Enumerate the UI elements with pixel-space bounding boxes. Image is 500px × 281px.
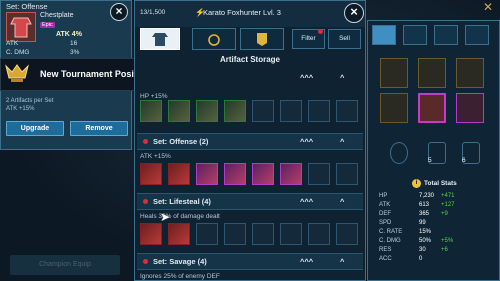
empty-slot: [196, 223, 218, 245]
empty-slot: [252, 100, 274, 122]
upgrade-button[interactable]: Upgrade: [6, 121, 64, 136]
empty-slot: [336, 163, 358, 185]
weapon-slot[interactable]: [380, 58, 408, 88]
gloves-slot[interactable]: [380, 93, 408, 123]
empty-slot: [308, 163, 330, 185]
empty-slot: [280, 223, 302, 245]
sort-arrows[interactable]: ^^^: [300, 73, 313, 82]
storage-count: 13/1,500: [140, 9, 166, 16]
set-bonus: ATK +15%: [140, 153, 171, 160]
tab-armor[interactable]: [140, 28, 180, 50]
chestplate-icon: [6, 12, 36, 42]
empty-slot: [224, 223, 246, 245]
empty-slot: [252, 223, 274, 245]
stat-row-def: DEF 365 +9: [379, 211, 448, 217]
stat-label: ATK: [6, 40, 19, 47]
collapse-arrow[interactable]: ^: [340, 197, 344, 206]
banner-count: 6: [462, 157, 466, 164]
set-bonus: Ignores 25% of enemy DEF: [140, 273, 220, 280]
tab-gear[interactable]: [372, 25, 396, 45]
collapse-arrow[interactable]: ^: [340, 73, 344, 82]
set-title: Set: Offense: [6, 2, 48, 11]
sort-arrows[interactable]: ^^^: [300, 257, 313, 266]
tab-crown[interactable]: [403, 25, 427, 45]
ring-slot[interactable]: [390, 142, 408, 164]
amulet-count: 5: [428, 157, 432, 164]
stat-row-hp: HP 7,230 +471: [379, 193, 455, 199]
artifact-slot[interactable]: [168, 223, 190, 245]
stat-row-spd: SPD 99: [379, 220, 426, 226]
stat-row-atk: ATK 613 +127: [379, 202, 455, 208]
set-bonus-count: 2 Artifacts per Set: [6, 98, 54, 104]
sort-arrows[interactable]: ^^^: [300, 137, 313, 146]
stat-row-cdmg: C. DMG 50% +5%: [379, 238, 454, 244]
hero-name: Karato Foxhunter Lvl. 3: [203, 8, 281, 17]
stat-value: 3%: [70, 49, 80, 56]
stat-value: 16: [70, 40, 78, 47]
main-stat: ATK 4%: [56, 31, 82, 38]
empty-slot: [336, 100, 358, 122]
storage-title: Artifact Storage: [219, 55, 280, 64]
stat-row-acc: ACC 0: [379, 256, 423, 262]
sort-arrows[interactable]: ^^^: [300, 197, 313, 206]
remove-button[interactable]: Remove: [70, 121, 128, 136]
artifact-slot[interactable]: [140, 100, 162, 122]
set-label: Set: Savage (4): [153, 257, 207, 266]
total-stats-label: Total Stats: [424, 180, 457, 187]
rarity-badge: Epic: [40, 22, 55, 28]
notification-dot: [143, 259, 148, 264]
close-corner-icon[interactable]: ✕: [476, 0, 500, 14]
set-bonus: Heals 30% of damage dealt: [140, 213, 220, 220]
collapse-arrow[interactable]: ^: [340, 257, 344, 266]
empty-slot: [280, 100, 302, 122]
shield-slot[interactable]: [456, 58, 484, 88]
stat-row-res: RES 30 +6: [379, 247, 448, 253]
empty-slot: [336, 223, 358, 245]
sell-button[interactable]: Sell: [328, 29, 361, 49]
artifact-slot[interactable]: [196, 100, 218, 122]
set-bonus-partial: HP +15%: [140, 93, 168, 100]
tab-masteries[interactable]: [465, 25, 489, 45]
notification-dot: [143, 139, 148, 144]
helmet-slot[interactable]: [418, 58, 446, 88]
chestplate-slot[interactable]: [418, 93, 446, 123]
tab-banner[interactable]: [240, 28, 284, 50]
artifact-slot[interactable]: [140, 163, 162, 185]
tab-skills[interactable]: [434, 25, 458, 45]
artifact-slot[interactable]: [168, 100, 190, 122]
set-label: Set: Lifesteal (4): [153, 197, 211, 206]
artifact-slot[interactable]: [280, 163, 302, 185]
cursor-icon: ➤: [160, 210, 171, 224]
champion-equip-button[interactable]: Champion Equip: [10, 255, 120, 275]
artifact-slot[interactable]: [140, 223, 162, 245]
trophy-icon: [4, 62, 30, 84]
artifact-slot[interactable]: [252, 163, 274, 185]
info-icon[interactable]: i: [412, 179, 421, 188]
notification-dot: [318, 29, 323, 34]
artifact-slot[interactable]: [168, 163, 190, 185]
close-icon[interactable]: ×: [110, 3, 128, 21]
boots-slot[interactable]: [456, 93, 484, 123]
artifact-slot[interactable]: [196, 163, 218, 185]
close-icon[interactable]: ×: [344, 3, 364, 23]
collapse-arrow[interactable]: ^: [340, 137, 344, 146]
artifact-slot[interactable]: [224, 100, 246, 122]
empty-slot: [308, 100, 330, 122]
tab-accessories[interactable]: [192, 28, 236, 50]
item-name: Chestplate: [40, 12, 74, 19]
notification-dot: [143, 199, 148, 204]
set-label: Set: Offense (2): [153, 137, 209, 146]
set-bonus-effect: ATK +15%: [6, 106, 35, 112]
stat-row-crate: C. RATE 15%: [379, 229, 432, 235]
empty-slot: [308, 223, 330, 245]
stat-label: C. DMG: [6, 49, 30, 56]
artifact-slot[interactable]: [224, 163, 246, 185]
